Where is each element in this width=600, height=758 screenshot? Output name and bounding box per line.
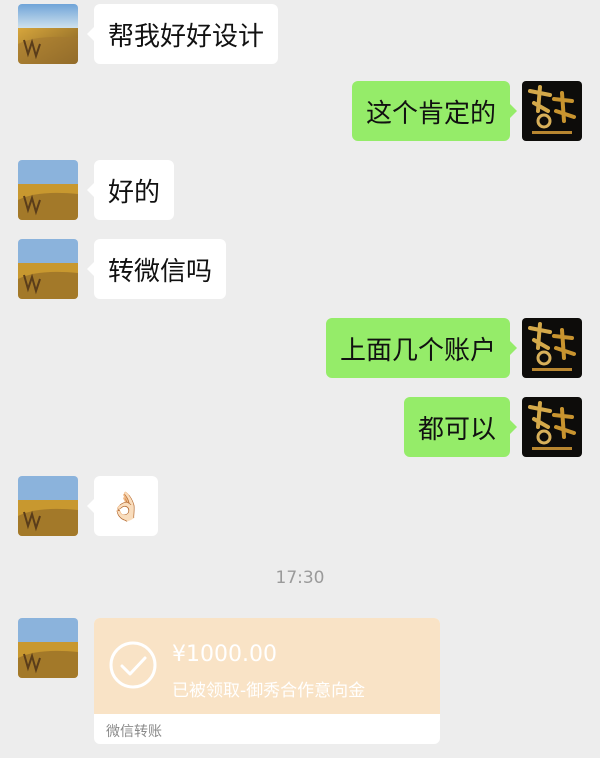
contact-avatar[interactable]: [18, 160, 78, 220]
calligraphy-poster-avatar-icon: [522, 81, 582, 141]
wheat-field-avatar-icon: [18, 4, 78, 64]
contact-avatar[interactable]: [18, 476, 78, 536]
contact-avatar[interactable]: [18, 618, 78, 678]
message-text: 帮我好好设计: [108, 21, 265, 52]
ok-hand-emoji: 👌🏻: [108, 489, 144, 523]
check-circle-icon: [109, 641, 157, 689]
incoming-message-bubble[interactable]: 好的: [86, 160, 175, 220]
transfer-status: 已被领取-御秀合作意向金: [172, 681, 366, 701]
message-text: 好的: [108, 177, 161, 208]
wheat-field-avatar-icon: [18, 239, 78, 299]
message-text: 这个肯定的: [365, 98, 496, 129]
incoming-message-bubble[interactable]: 帮我好好设计: [86, 4, 279, 64]
calligraphy-poster-avatar-icon: [522, 318, 582, 378]
message-text: 都可以: [417, 414, 496, 445]
transfer-amount: ¥1000.00: [172, 642, 277, 667]
incoming-message-bubble[interactable]: 转微信吗: [86, 239, 227, 299]
wheat-field-avatar-icon: [18, 618, 78, 678]
chat-timestamp: 17:30: [275, 568, 325, 588]
wheat-field-avatar-icon: [18, 476, 78, 536]
transfer-card-header: ¥1000.00 已被领取-御秀合作意向金: [94, 618, 440, 714]
message-text: 上面几个账户: [339, 335, 496, 366]
contact-avatar[interactable]: [18, 4, 78, 64]
contact-avatar[interactable]: [18, 239, 78, 299]
self-avatar[interactable]: [522, 397, 582, 457]
transfer-label: 微信转账: [106, 724, 162, 740]
transfer-card[interactable]: ¥1000.00 已被领取-御秀合作意向金 微信转账: [94, 618, 440, 744]
outgoing-message-bubble[interactable]: 这个肯定的: [351, 81, 518, 141]
message-text: 转微信吗: [108, 256, 213, 287]
wheat-field-avatar-icon: [18, 160, 78, 220]
outgoing-message-bubble[interactable]: 都可以: [403, 397, 518, 457]
self-avatar[interactable]: [522, 318, 582, 378]
calligraphy-poster-avatar-icon: [522, 397, 582, 457]
outgoing-message-bubble[interactable]: 上面几个账户: [325, 318, 518, 378]
self-avatar[interactable]: [522, 81, 582, 141]
incoming-emoji-bubble[interactable]: 👌🏻: [87, 476, 158, 536]
